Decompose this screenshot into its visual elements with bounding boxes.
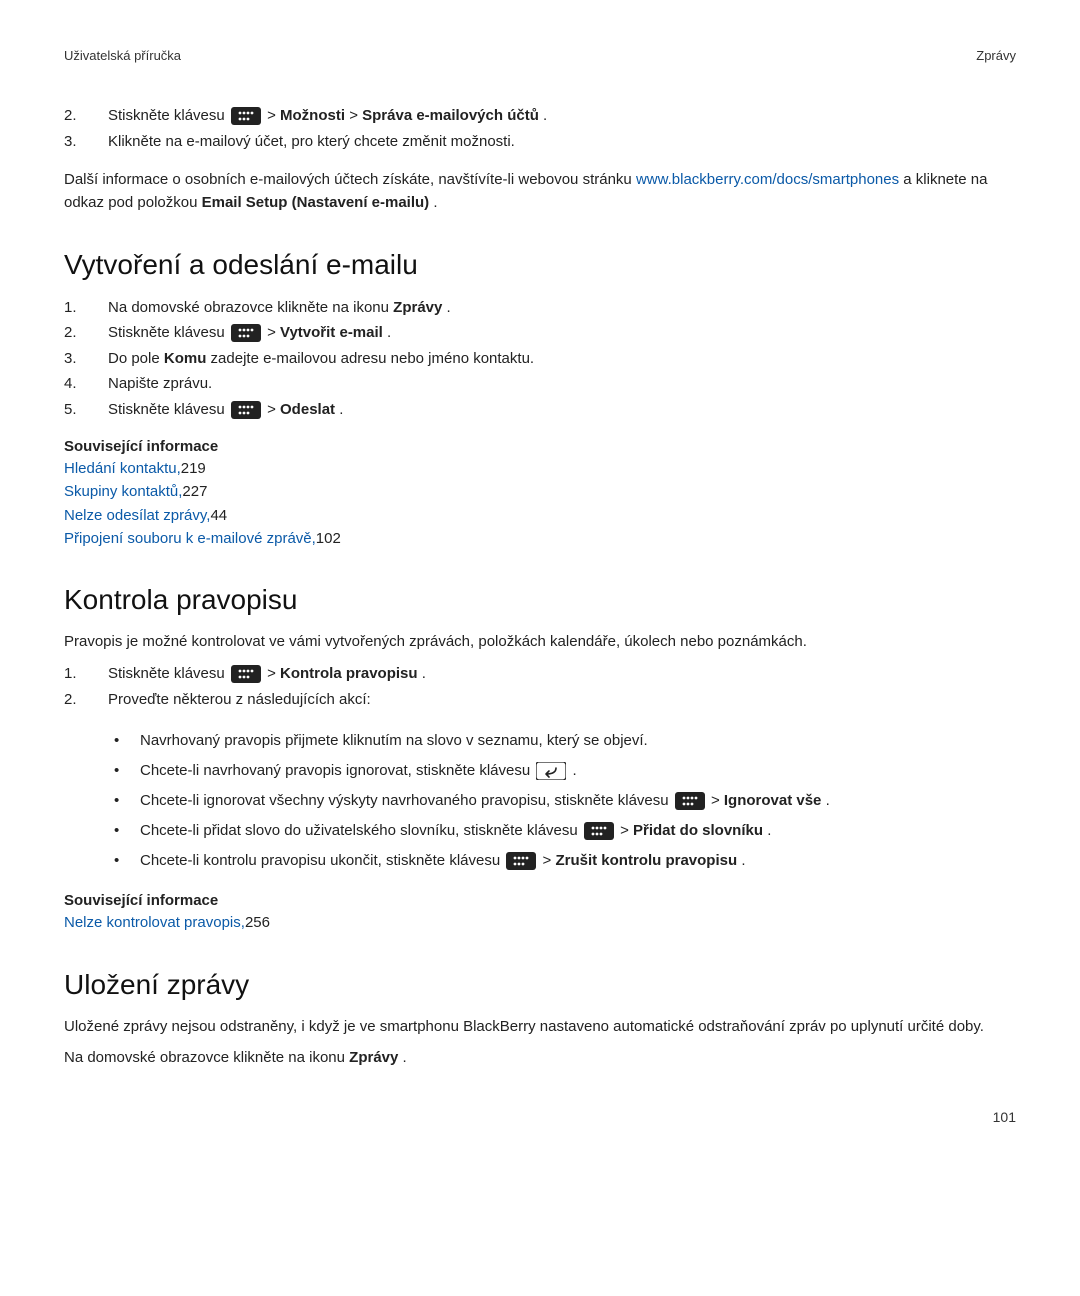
list-item: 5. Stiskněte klávesu > Odeslat .: [64, 397, 1016, 423]
related-info-heading: Související informace: [64, 892, 1016, 909]
page-number: 101: [64, 1109, 1016, 1125]
menu-key-icon: [231, 324, 261, 342]
list-item: Navrhovaný pravopis přijmete kliknutím n…: [108, 726, 1016, 756]
list-item: 4. Napište zprávu.: [64, 371, 1016, 397]
related-link-line: Skupiny kontaktů,227: [64, 480, 1016, 503]
section3-para: Uložené zprávy nejsou odstraněny, i když…: [64, 1015, 1016, 1038]
page-header: Uživatelská příručka Zprávy: [64, 48, 1016, 63]
back-key-icon: [536, 762, 566, 780]
list-item: 3. Klikněte na e-mailový účet, pro který…: [64, 129, 1016, 155]
step-number: 2.: [64, 103, 108, 129]
list-item: 3. Do pole Komu zadejte e-mailovou adres…: [64, 346, 1016, 372]
intro-paragraph: Další informace o osobních e-mailových ú…: [64, 168, 1016, 215]
docs-link[interactable]: www.blackberry.com/docs/smartphones: [636, 171, 899, 188]
related-link-line: Hledání kontaktu,219: [64, 457, 1016, 480]
header-right: Zprávy: [976, 48, 1016, 63]
list-item: 2. Stiskněte klávesu > Možnosti > Správa…: [64, 103, 1016, 129]
section-heading: Kontrola pravopisu: [64, 584, 1016, 616]
menu-key-icon: [675, 792, 705, 810]
related-info-heading: Související informace: [64, 438, 1016, 455]
list-item: Chcete-li kontrolu pravopisu ukončit, st…: [108, 846, 1016, 876]
top-steps-list: 2. Stiskněte klávesu > Možnosti > Správa…: [64, 103, 1016, 154]
list-item: Chcete-li navrhovaný pravopis ignorovat,…: [108, 756, 1016, 786]
list-item: 1. Stiskněte klávesu > Kontrola pravopis…: [64, 661, 1016, 687]
menu-key-icon: [584, 822, 614, 840]
section-heading: Vytvoření a odeslání e-mailu: [64, 249, 1016, 281]
related-link-line: Připojení souboru k e-mailové zprávě,102: [64, 527, 1016, 550]
related-link-line: Nelze kontrolovat pravopis,256: [64, 911, 1016, 934]
section2-intro: Pravopis je možné kontrolovat ve vámi vy…: [64, 630, 1016, 653]
section2-steps: 1. Stiskněte klávesu > Kontrola pravopis…: [64, 661, 1016, 712]
section2-bullets: Navrhovaný pravopis přijmete kliknutím n…: [108, 726, 1016, 876]
section-heading: Uložení zprávy: [64, 969, 1016, 1001]
list-item: Chcete-li přidat slovo do uživatelského …: [108, 816, 1016, 846]
menu-key-icon: [506, 852, 536, 870]
list-item: 2. Proveďte některou z následujících akc…: [64, 687, 1016, 713]
related-link-line: Nelze odesílat zprávy,44: [64, 504, 1016, 527]
step-text: Stiskněte klávesu > Možnosti > Správa e-…: [108, 103, 547, 129]
section1-steps: 1. Na domovské obrazovce klikněte na iko…: [64, 295, 1016, 423]
menu-key-icon: [231, 107, 261, 125]
menu-key-icon: [231, 401, 261, 419]
section3-line: Na domovské obrazovce klikněte na ikonu …: [64, 1046, 1016, 1069]
step-number: 3.: [64, 129, 108, 155]
list-item: 2. Stiskněte klávesu > Vytvořit e-mail .: [64, 320, 1016, 346]
step-text: Klikněte na e-mailový účet, pro který ch…: [108, 129, 515, 155]
menu-key-icon: [231, 665, 261, 683]
header-left: Uživatelská příručka: [64, 48, 181, 63]
list-item: Chcete-li ignorovat všechny výskyty navr…: [108, 786, 1016, 816]
list-item: 1. Na domovské obrazovce klikněte na iko…: [64, 295, 1016, 321]
